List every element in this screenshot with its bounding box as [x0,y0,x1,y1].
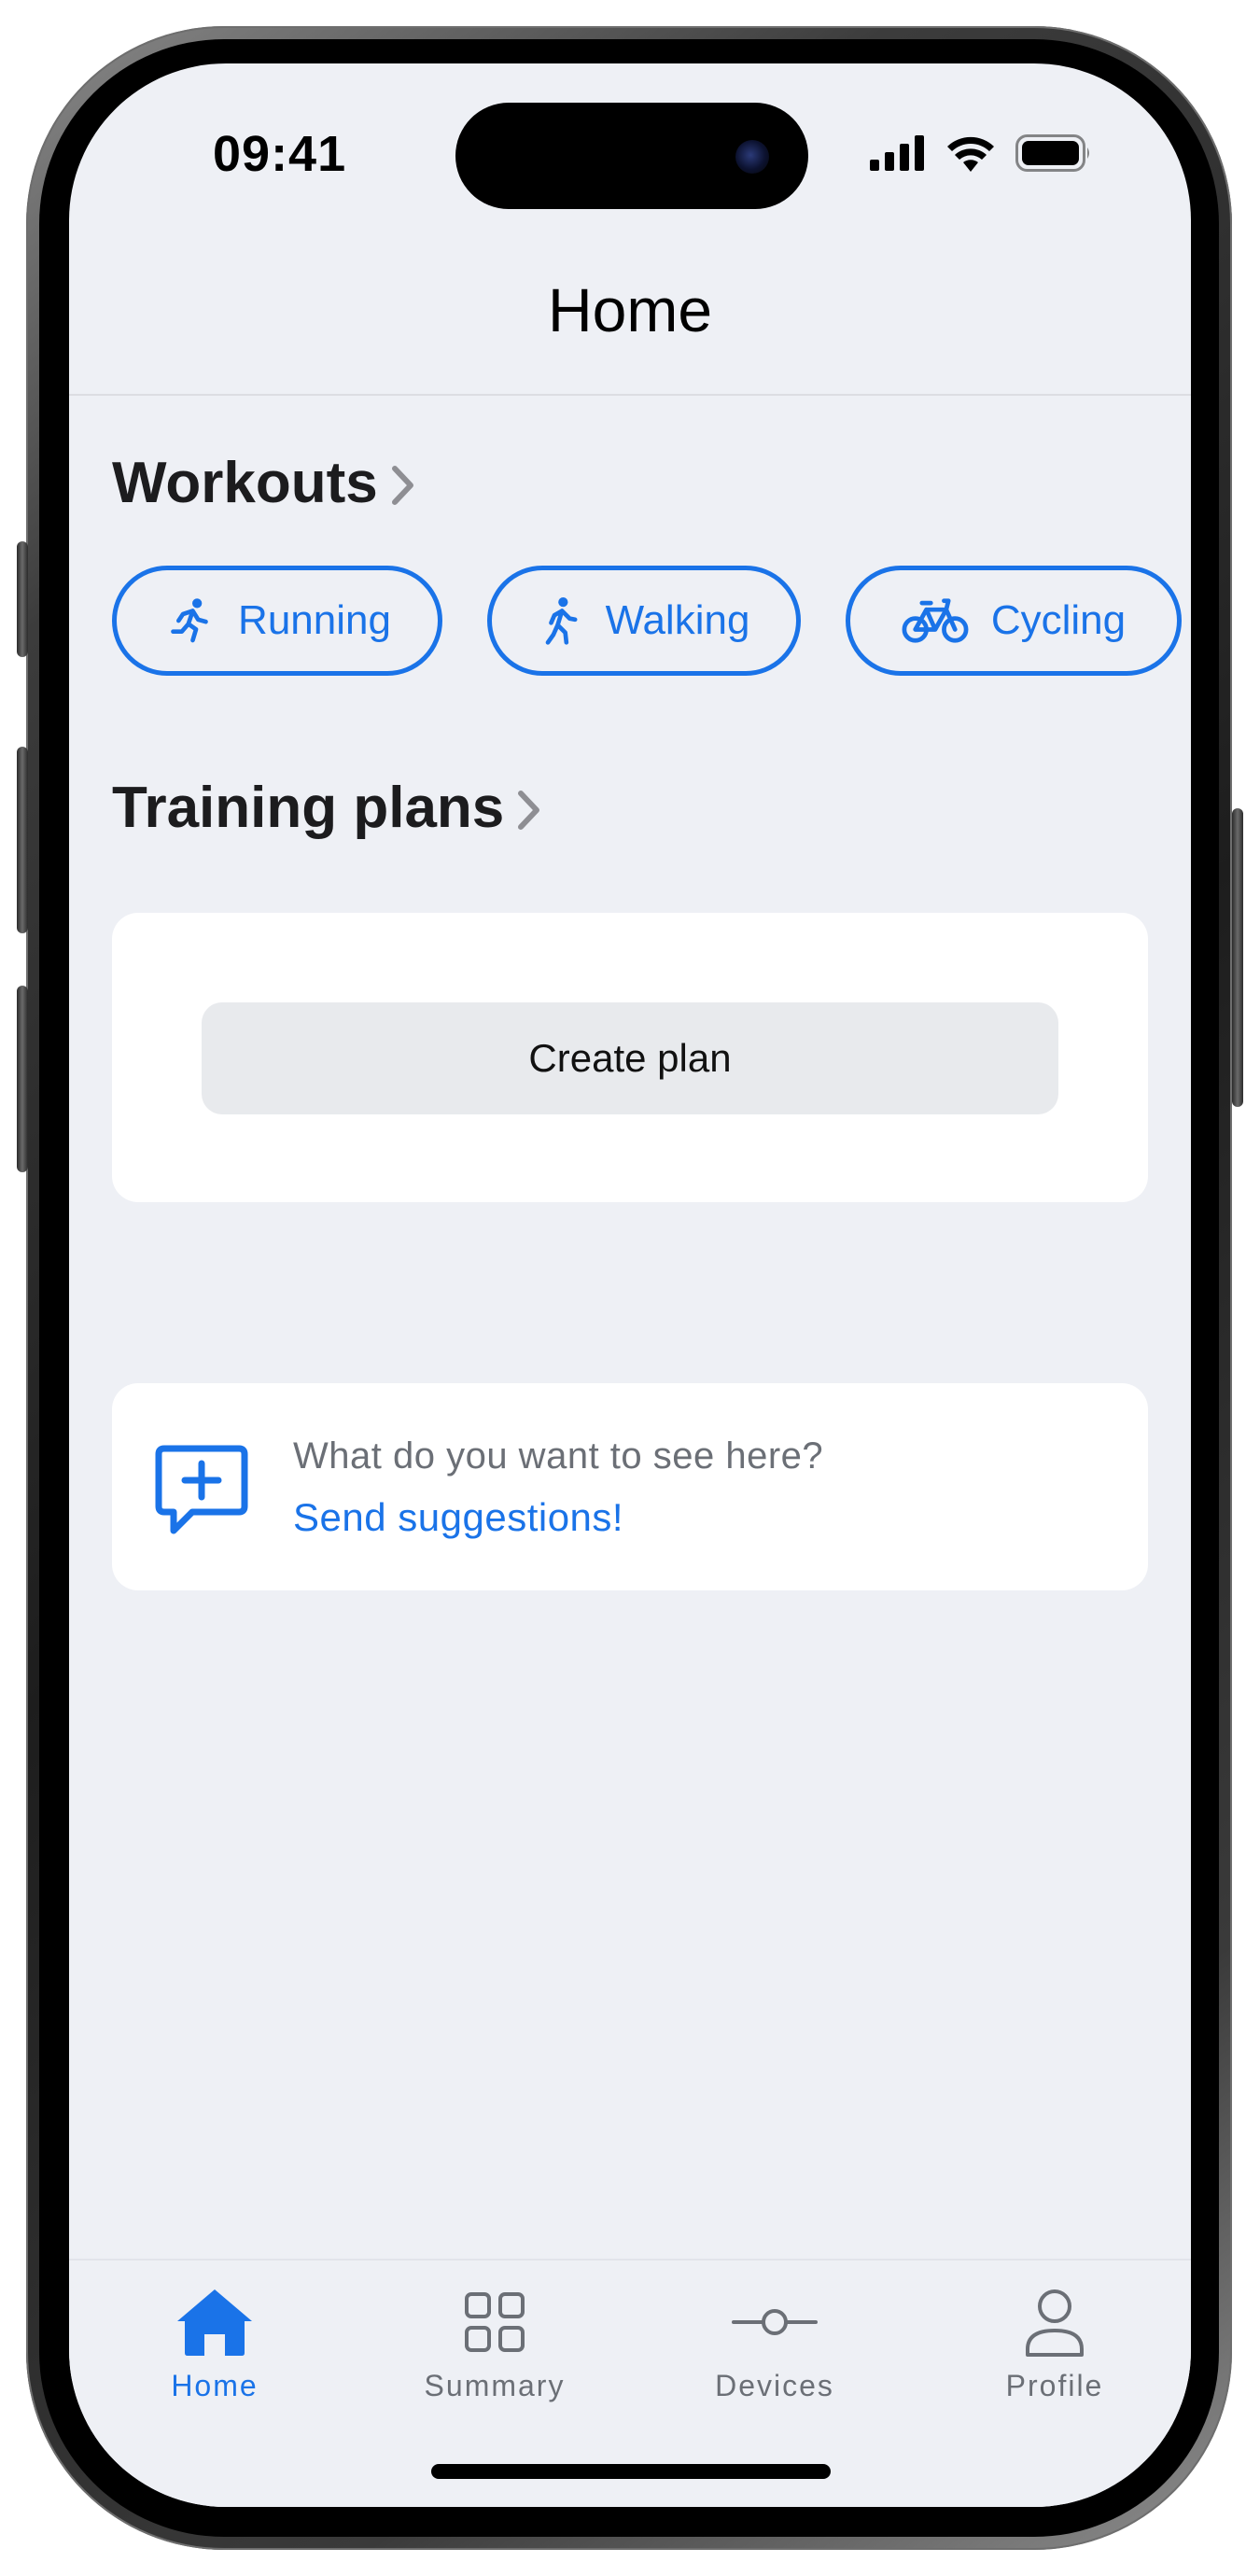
create-plan-button[interactable]: Create plan [202,1002,1058,1114]
volume-up-button [17,747,28,933]
dynamic-island [455,103,808,209]
devices-icon [732,2309,818,2335]
chevron-right-icon [391,465,413,505]
send-suggestions-link[interactable]: Send suggestions! [293,1495,623,1540]
tab-devices[interactable]: Devices [663,2279,887,2429]
chip-label: Cycling [990,597,1127,643]
tab-label: Summary [424,2369,566,2402]
action-button [17,541,28,657]
chevron-right-icon [518,790,540,830]
tab-label: Home [171,2369,259,2402]
tab-summary[interactable]: Summary [383,2279,607,2429]
tab-label: Devices [715,2369,834,2402]
chip-label: Walking [605,597,750,643]
power-button [1232,808,1243,1107]
page-title: Home [547,275,713,344]
training-plans-title: Training plans [112,776,505,840]
tab-profile[interactable]: Profile [943,2279,1167,2429]
front-camera [735,140,769,174]
battery-icon [1015,134,1089,172]
home-indicator[interactable] [431,2464,831,2479]
training-plans-card: Create plan [112,913,1148,1202]
chip-label: Running [238,597,391,643]
workout-chip-running[interactable]: Running [112,566,442,676]
tab-label: Profile [1005,2369,1104,2402]
tab-home[interactable]: Home [103,2279,327,2429]
workouts-title: Workouts [112,451,378,515]
walking-icon [545,597,578,645]
status-icons [870,134,1092,172]
home-icon [177,2289,252,2356]
person-icon [1026,2289,1084,2357]
chat-plus-icon [155,1445,248,1534]
workout-chip-walking[interactable]: Walking [487,566,801,676]
cellular-signal-icon [870,135,924,171]
status-time: 09:41 [213,126,347,182]
volume-down-button [17,986,28,1172]
training-plans-header[interactable]: Training plans [112,775,541,841]
suggestions-question: What do you want to see here? [293,1435,824,1477]
workouts-header[interactable]: Workouts [112,450,415,516]
screen: 09:41 Home Workouts Running Walking Cycl… [69,63,1191,2507]
running-icon [171,598,208,643]
cycling-icon [902,598,969,643]
grid-icon [465,2292,525,2352]
workout-chip-cycling[interactable]: Cycling [846,566,1182,676]
wifi-icon [947,136,994,172]
nav-divider [69,394,1191,396]
suggestions-card[interactable]: What do you want to see here? Send sugge… [112,1383,1148,1590]
